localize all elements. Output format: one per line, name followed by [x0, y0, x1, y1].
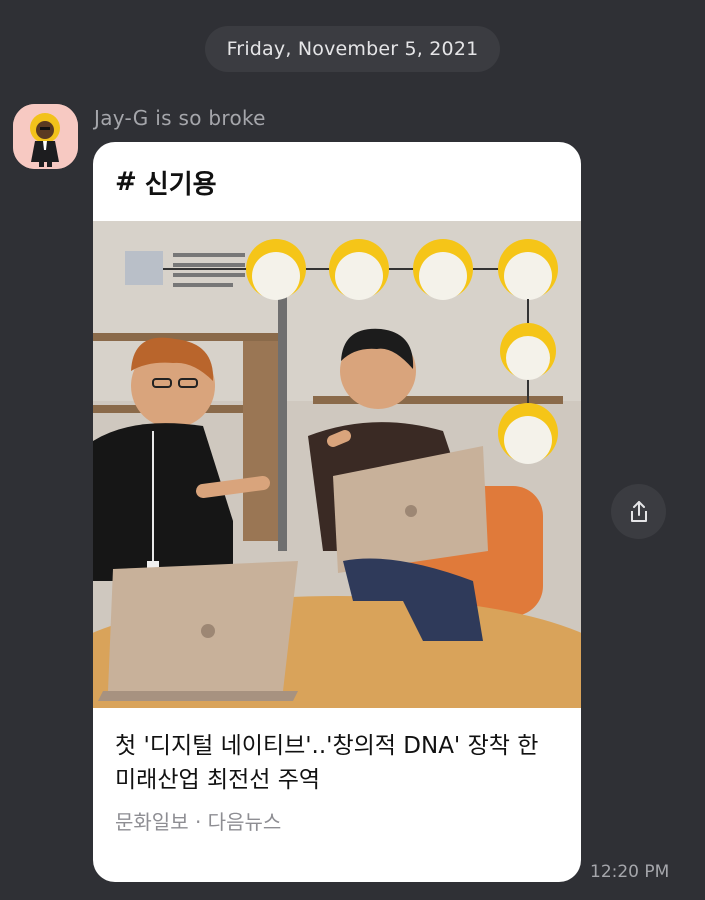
sender-name: Jay-G is so broke	[94, 106, 266, 130]
news-photo	[93, 221, 581, 708]
link-preview-card[interactable]: # 신기용 첫 '디지털 네이티브'..'창의적 DNA' 장착 한 미래산업 …	[93, 142, 581, 882]
card-title: 첫 '디지털 네이티브'..'창의적 DNA' 장착 한 미래산업 최전선 주역	[115, 733, 539, 793]
hashtag-symbol: #	[115, 167, 137, 197]
card-hashtag: # 신기용	[115, 162, 217, 202]
chat-screen: Friday, November 5, 2021 Jay-G is so bro…	[0, 0, 705, 900]
share-button[interactable]	[611, 484, 666, 539]
message-timestamp: 12:20 PM	[590, 862, 670, 882]
card-source: 문화일보 · 다음뉴스	[115, 810, 282, 834]
hashtag-label: 신기용	[144, 169, 217, 200]
avatar[interactable]	[13, 104, 78, 169]
card-image[interactable]	[93, 221, 581, 708]
date-divider: Friday, November 5, 2021	[205, 26, 500, 72]
avatar-character-icon	[13, 104, 78, 169]
date-label: Friday, November 5, 2021	[226, 38, 479, 60]
share-icon	[630, 500, 647, 522]
